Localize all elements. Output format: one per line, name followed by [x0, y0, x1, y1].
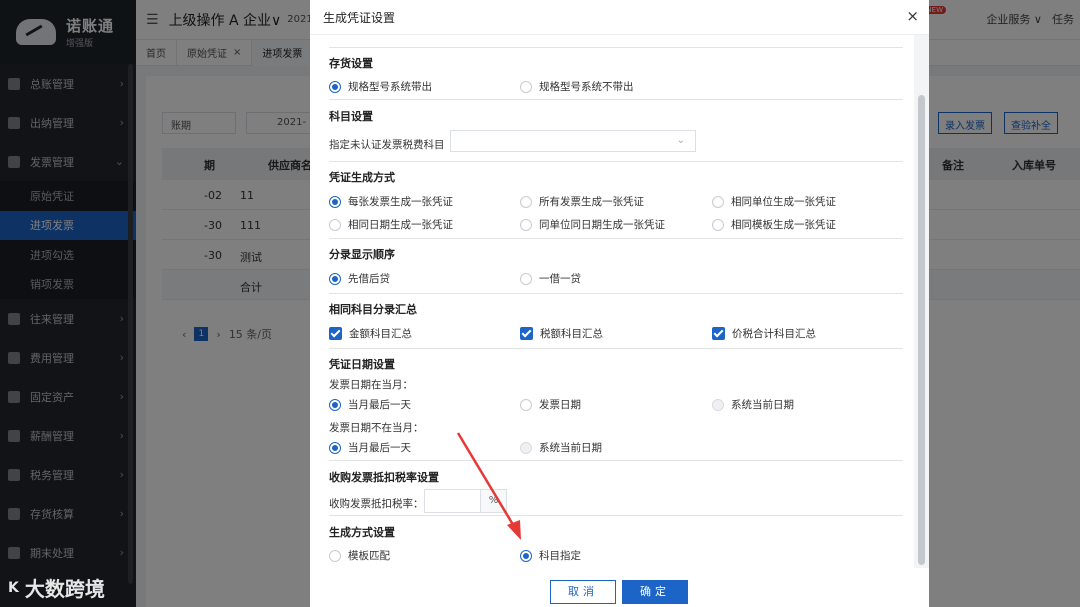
- watermark-text: 大数跨境: [24, 577, 105, 601]
- annotation-arrow-icon: [456, 432, 521, 540]
- watermark: K 大数跨境: [8, 573, 105, 602]
- watermark-logo: K: [8, 579, 19, 596]
